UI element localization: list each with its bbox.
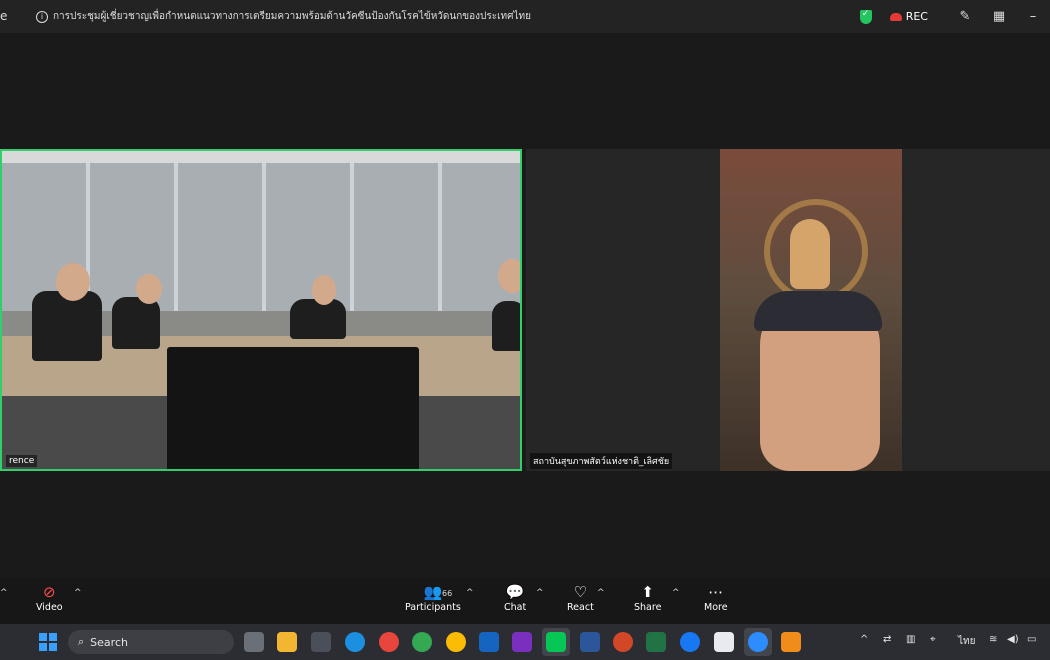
battery-icon[interactable]: ▭	[1027, 634, 1036, 645]
participant-head	[312, 275, 336, 305]
view-grid-icon[interactable]: ▦	[982, 9, 1016, 24]
app-w-icon[interactable]	[714, 632, 734, 652]
video-tile-conference-room[interactable]: rence	[0, 149, 522, 471]
participants-icon: 👥	[423, 583, 443, 601]
chat-label: Chat	[504, 602, 527, 613]
calculator-icon[interactable]	[311, 632, 331, 652]
outlook-icon[interactable]	[479, 632, 499, 652]
participants-label: Participants	[405, 602, 461, 613]
file-explorer-icon[interactable]	[277, 632, 297, 652]
cloud-record-icon	[889, 12, 902, 21]
share-label: Share	[634, 602, 662, 613]
tile-name-label: rence	[6, 455, 38, 467]
rec-label: REC	[905, 10, 928, 23]
edge-icon[interactable]	[345, 632, 365, 652]
more-label: More	[704, 602, 728, 613]
participant-figure	[492, 301, 520, 351]
react-options-caret-icon[interactable]: ^	[597, 588, 605, 598]
zoom-icon[interactable]	[748, 632, 768, 652]
react-button[interactable]: ♡ React	[567, 582, 594, 613]
participant-figure	[112, 297, 160, 349]
annotate-pen-icon[interactable]: ✎	[948, 9, 982, 24]
participants-options-caret-icon[interactable]: ^	[466, 588, 474, 598]
onenote-icon[interactable]	[512, 632, 532, 652]
room-monitor	[167, 347, 419, 469]
chrome-icon[interactable]	[379, 632, 399, 652]
title-bar-controls: REC ✎ ▦ –	[859, 0, 1050, 33]
participant-head	[498, 259, 520, 293]
windows-taskbar: ⌕ Search ^ ⇄ ▥ ⌖ ไทย ≋ ◀) ▭	[0, 624, 1050, 660]
recording-indicator[interactable]: REC	[889, 10, 928, 23]
share-screen-icon: ⬆	[641, 583, 654, 601]
word-icon[interactable]	[580, 632, 600, 652]
meeting-toolbar: ^ ⊘ Video ^ 👥 Participants 66 ^ 💬 Chat ^…	[0, 578, 1050, 624]
tile-name-label: สถาบันสุขภาพสัตว์แห่งชาติ_เลิศชัย	[530, 453, 673, 469]
chat-bubble-icon: 💬	[505, 583, 525, 601]
participant-figure	[290, 299, 346, 339]
more-dots-icon: ⋯	[708, 583, 724, 601]
tray-settings-icon[interactable]: ⇄	[883, 634, 891, 645]
heart-icon: ♡	[573, 583, 588, 601]
meeting-info[interactable]: i การประชุมผู้เชี่ยวชาญเพื่อกำหนดแนวทางก…	[36, 9, 531, 24]
line-icon[interactable]	[546, 632, 566, 652]
participant-head	[56, 263, 90, 301]
title-bar: e i การประชุมผู้เชี่ยวชาญเพื่อกำหนดแนวทา…	[0, 0, 1050, 33]
chrome-profile-icon[interactable]	[446, 632, 466, 652]
tray-overflow-chevron-icon[interactable]: ^	[860, 634, 868, 645]
more-button[interactable]: ⋯ More	[704, 582, 728, 613]
participant-figure	[32, 291, 102, 361]
windows-start-icon[interactable]	[39, 633, 57, 651]
chat-options-caret-icon[interactable]: ^	[536, 588, 544, 598]
participants-count: 66	[442, 589, 453, 598]
volume-icon[interactable]: ◀)	[1007, 634, 1019, 645]
app-name: e	[0, 9, 8, 23]
tray-stats-icon[interactable]: ▥	[906, 634, 915, 645]
encryption-shield-icon[interactable]	[859, 9, 872, 24]
participants-button[interactable]: 👥 Participants	[405, 582, 461, 613]
search-label: Search	[90, 635, 128, 649]
video-options-caret-icon[interactable]: ^	[74, 588, 82, 598]
background-statue	[790, 219, 830, 289]
tray-location-icon[interactable]: ⌖	[930, 634, 936, 645]
video-off-icon: ⊘	[43, 583, 56, 601]
audio-options-caret-icon[interactable]: ^	[0, 588, 8, 598]
video-tile-participant[interactable]: สถาบันสุขภาพสัตว์แห่งชาติ_เลิศชัย	[526, 149, 1050, 471]
language-indicator[interactable]: ไทย	[958, 634, 975, 649]
video-stage: rence สถาบันสุขภาพสัตว์แห่งชาติ_เลิศชัย	[0, 33, 1050, 578]
video-button[interactable]: ⊘ Video	[36, 582, 63, 613]
chat-button[interactable]: 💬 Chat	[504, 582, 526, 613]
chrome-alt-icon[interactable]	[412, 632, 432, 652]
share-button[interactable]: ⬆ Share	[634, 582, 661, 613]
participant-hair	[754, 291, 882, 331]
excel-icon[interactable]	[646, 632, 666, 652]
video-label: Video	[36, 602, 63, 613]
participant-video	[720, 149, 902, 471]
wifi-icon[interactable]: ≋	[989, 634, 997, 645]
participant-head	[136, 274, 162, 304]
share-options-caret-icon[interactable]: ^	[672, 588, 680, 598]
facebook-icon[interactable]	[680, 632, 700, 652]
info-icon[interactable]: i	[36, 10, 48, 23]
react-label: React	[567, 602, 594, 613]
app-orange-icon[interactable]	[781, 632, 801, 652]
task-view-icon[interactable]	[244, 632, 264, 652]
taskbar-search[interactable]: ⌕ Search	[68, 630, 234, 654]
powerpoint-icon[interactable]	[613, 632, 633, 652]
meeting-title: การประชุมผู้เชี่ยวชาญเพื่อกำหนดแนวทางการ…	[53, 11, 531, 22]
minimize-icon[interactable]: –	[1016, 9, 1050, 24]
search-icon: ⌕	[78, 635, 85, 648]
